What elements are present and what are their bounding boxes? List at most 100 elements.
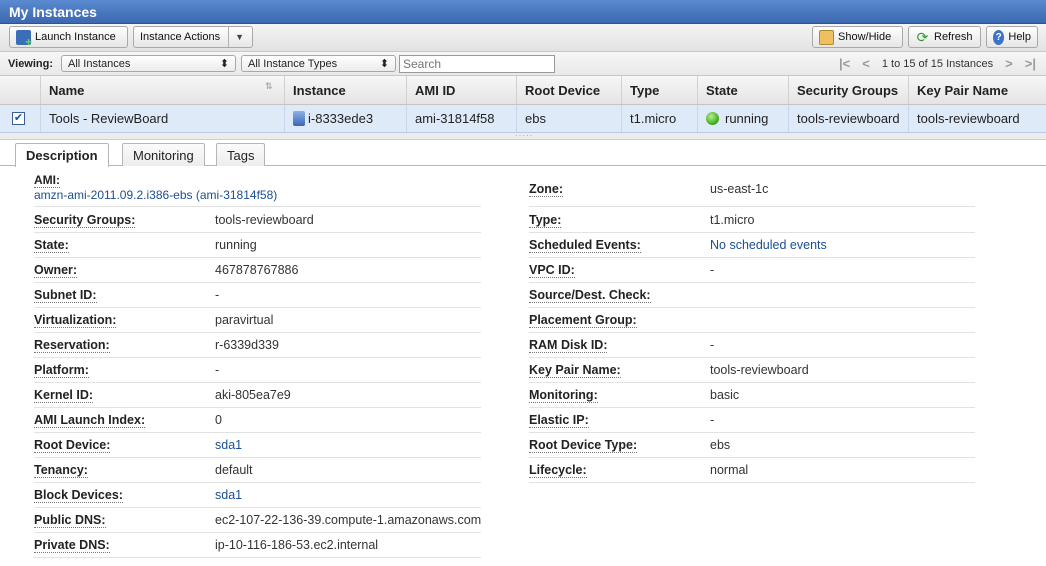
next-page-icon[interactable]: > [1005,56,1013,71]
column-header-security-groups[interactable]: Security Groups [788,76,908,104]
table-row[interactable]: ✔ Tools - ReviewBoard i-8333ede3 ami-318… [0,105,1046,133]
field-label: Reservation: [34,338,110,353]
right-field: Monitoring: basic [529,383,975,408]
refresh-label: Refresh [934,31,973,43]
instance-filter-select[interactable]: All Instances ⬍ [61,55,236,72]
sort-icon: ⇅ [265,81,273,91]
cell-instance: i-8333ede3 [284,105,406,132]
field-value: paravirtual [215,313,274,327]
search-input[interactable] [399,55,555,73]
ami-label: AMI: [34,173,60,188]
tab-monitoring[interactable]: Monitoring [122,143,205,167]
left-field: Private DNS: ip-10-116-186-53.ec2.interna… [34,533,481,558]
previous-page-icon[interactable]: < [862,56,870,71]
field-value: ebs [710,438,731,452]
left-field: Subnet ID: - [34,283,481,308]
right-field: Elastic IP: - [529,408,975,433]
field-label: Root Device Type: [529,438,638,453]
pagination: |< < 1 to 15 of 15 Instances > >| [839,56,1036,71]
field-label: AMI Launch Index: [34,413,146,428]
field-label: Monitoring: [529,388,598,403]
show-hide-button[interactable]: Show/Hide [812,26,903,48]
help-button[interactable]: ? Help [986,26,1038,48]
field-value: - [710,338,715,352]
select-column-header [0,76,40,104]
field-label: Private DNS: [34,538,110,553]
left-field: AMI Launch Index: 0 [34,408,481,433]
launch-instance-label: Launch Instance [35,31,116,43]
tab-description[interactable]: Description [15,143,109,167]
column-header-name[interactable]: Name [40,76,284,104]
help-label: Help [1008,31,1031,43]
launch-instance-icon [16,29,32,49]
running-status-icon [706,112,719,125]
cell-name: Tools - ReviewBoard [40,105,284,132]
row-checkbox[interactable]: ✔ [12,112,25,125]
ami-link[interactable]: amzn-ami-2011.09.2.i386-ebs (ami-31814f5… [34,188,277,202]
launch-instance-button[interactable]: Launch Instance [9,26,128,49]
row-checkbox-cell[interactable]: ✔ [0,105,40,132]
cell-state: running [697,105,788,132]
left-field: Kernel ID: aki-805ea7e9 [34,383,481,408]
field-label: Kernel ID: [34,388,94,403]
field-value: aki-805ea7e9 [215,388,291,402]
right-field: Scheduled Events: No scheduled events [529,233,975,258]
field-label: Public DNS: [34,513,106,528]
tab-tags[interactable]: Tags [216,143,266,167]
zone-value: us-east-1c [710,182,769,196]
field-value-link[interactable]: No scheduled events [710,238,827,252]
field-label: Security Groups: [34,213,136,228]
field-label: Key Pair Name: [529,363,621,378]
first-page-icon[interactable]: |< [839,56,850,71]
field-value: tools-reviewboard [215,213,314,227]
field-value-link[interactable]: sda1 [215,438,242,452]
grid-header: Name ⇅ Instance AMI ID Root Device Type … [0,76,1046,105]
field-label: Tenancy: [34,463,88,478]
field-value-link[interactable]: sda1 [215,488,242,502]
field-label: State: [34,238,69,253]
pane-splitter[interactable]: ····· [0,131,1046,140]
column-header-key-pair[interactable]: Key Pair Name [908,76,1046,104]
instance-type-select[interactable]: All Instance Types ⬍ [241,55,396,72]
right-field: Lifecycle: normal [529,458,975,483]
help-icon: ? [993,29,1005,45]
cell-root-device: ebs [516,105,621,132]
field-value: tools-reviewboard [710,363,809,377]
column-header-ami-id[interactable]: AMI ID [406,76,516,104]
left-field: State: running [34,233,481,258]
instance-filter-value: All Instances [68,57,131,70]
field-label: VPC ID: [529,263,575,278]
detail-tabs: Description Monitoring Tags [0,140,1046,167]
right-field: Key Pair Name: tools-reviewboard [529,358,975,383]
left-field: Platform: - [34,358,481,383]
right-field: VPC ID: - [529,258,975,283]
left-field: Reservation: r-6339d339 [34,333,481,358]
chevron-down-icon[interactable]: ▼ [228,27,244,47]
column-header-instance[interactable]: Instance [284,76,406,104]
field-value: 0 [215,413,222,427]
left-field: Public DNS: ec2-107-22-136-39.compute-1.a… [34,508,481,533]
splitter-grip-icon[interactable]: ····· [515,131,533,140]
left-field: Tenancy: default [34,458,481,483]
field-label: Type: [529,213,562,228]
instance-actions-button[interactable]: Instance Actions ▼ [133,26,253,48]
field-label: Block Devices: [34,488,123,503]
left-field: Virtualization: paravirtual [34,308,481,333]
field-value: - [215,288,220,302]
last-page-icon[interactable]: >| [1025,56,1036,71]
right-field: Root Device Type: ebs [529,433,975,458]
field-value: basic [710,388,740,402]
description-panel: AMI: amzn-ami-2011.09.2.i386-ebs (ami-31… [0,166,1046,566]
select-arrows-icon: ⬍ [219,58,229,70]
left-field: Security Groups: tools-reviewboard [34,208,481,233]
instance-icon [293,111,305,126]
refresh-button[interactable]: ⟳ Refresh [908,26,981,48]
column-header-state[interactable]: State [697,76,788,104]
column-header-root-device[interactable]: Root Device [516,76,621,104]
field-value: running [215,238,257,252]
field-value: ec2-107-22-136-39.compute-1.amazonaws.co… [215,513,482,527]
cell-instance-text: i-8333ede3 [308,111,374,126]
field-label: Subnet ID: [34,288,97,303]
column-header-type[interactable]: Type [621,76,697,104]
cell-key-pair: tools-reviewboard [908,105,1046,132]
